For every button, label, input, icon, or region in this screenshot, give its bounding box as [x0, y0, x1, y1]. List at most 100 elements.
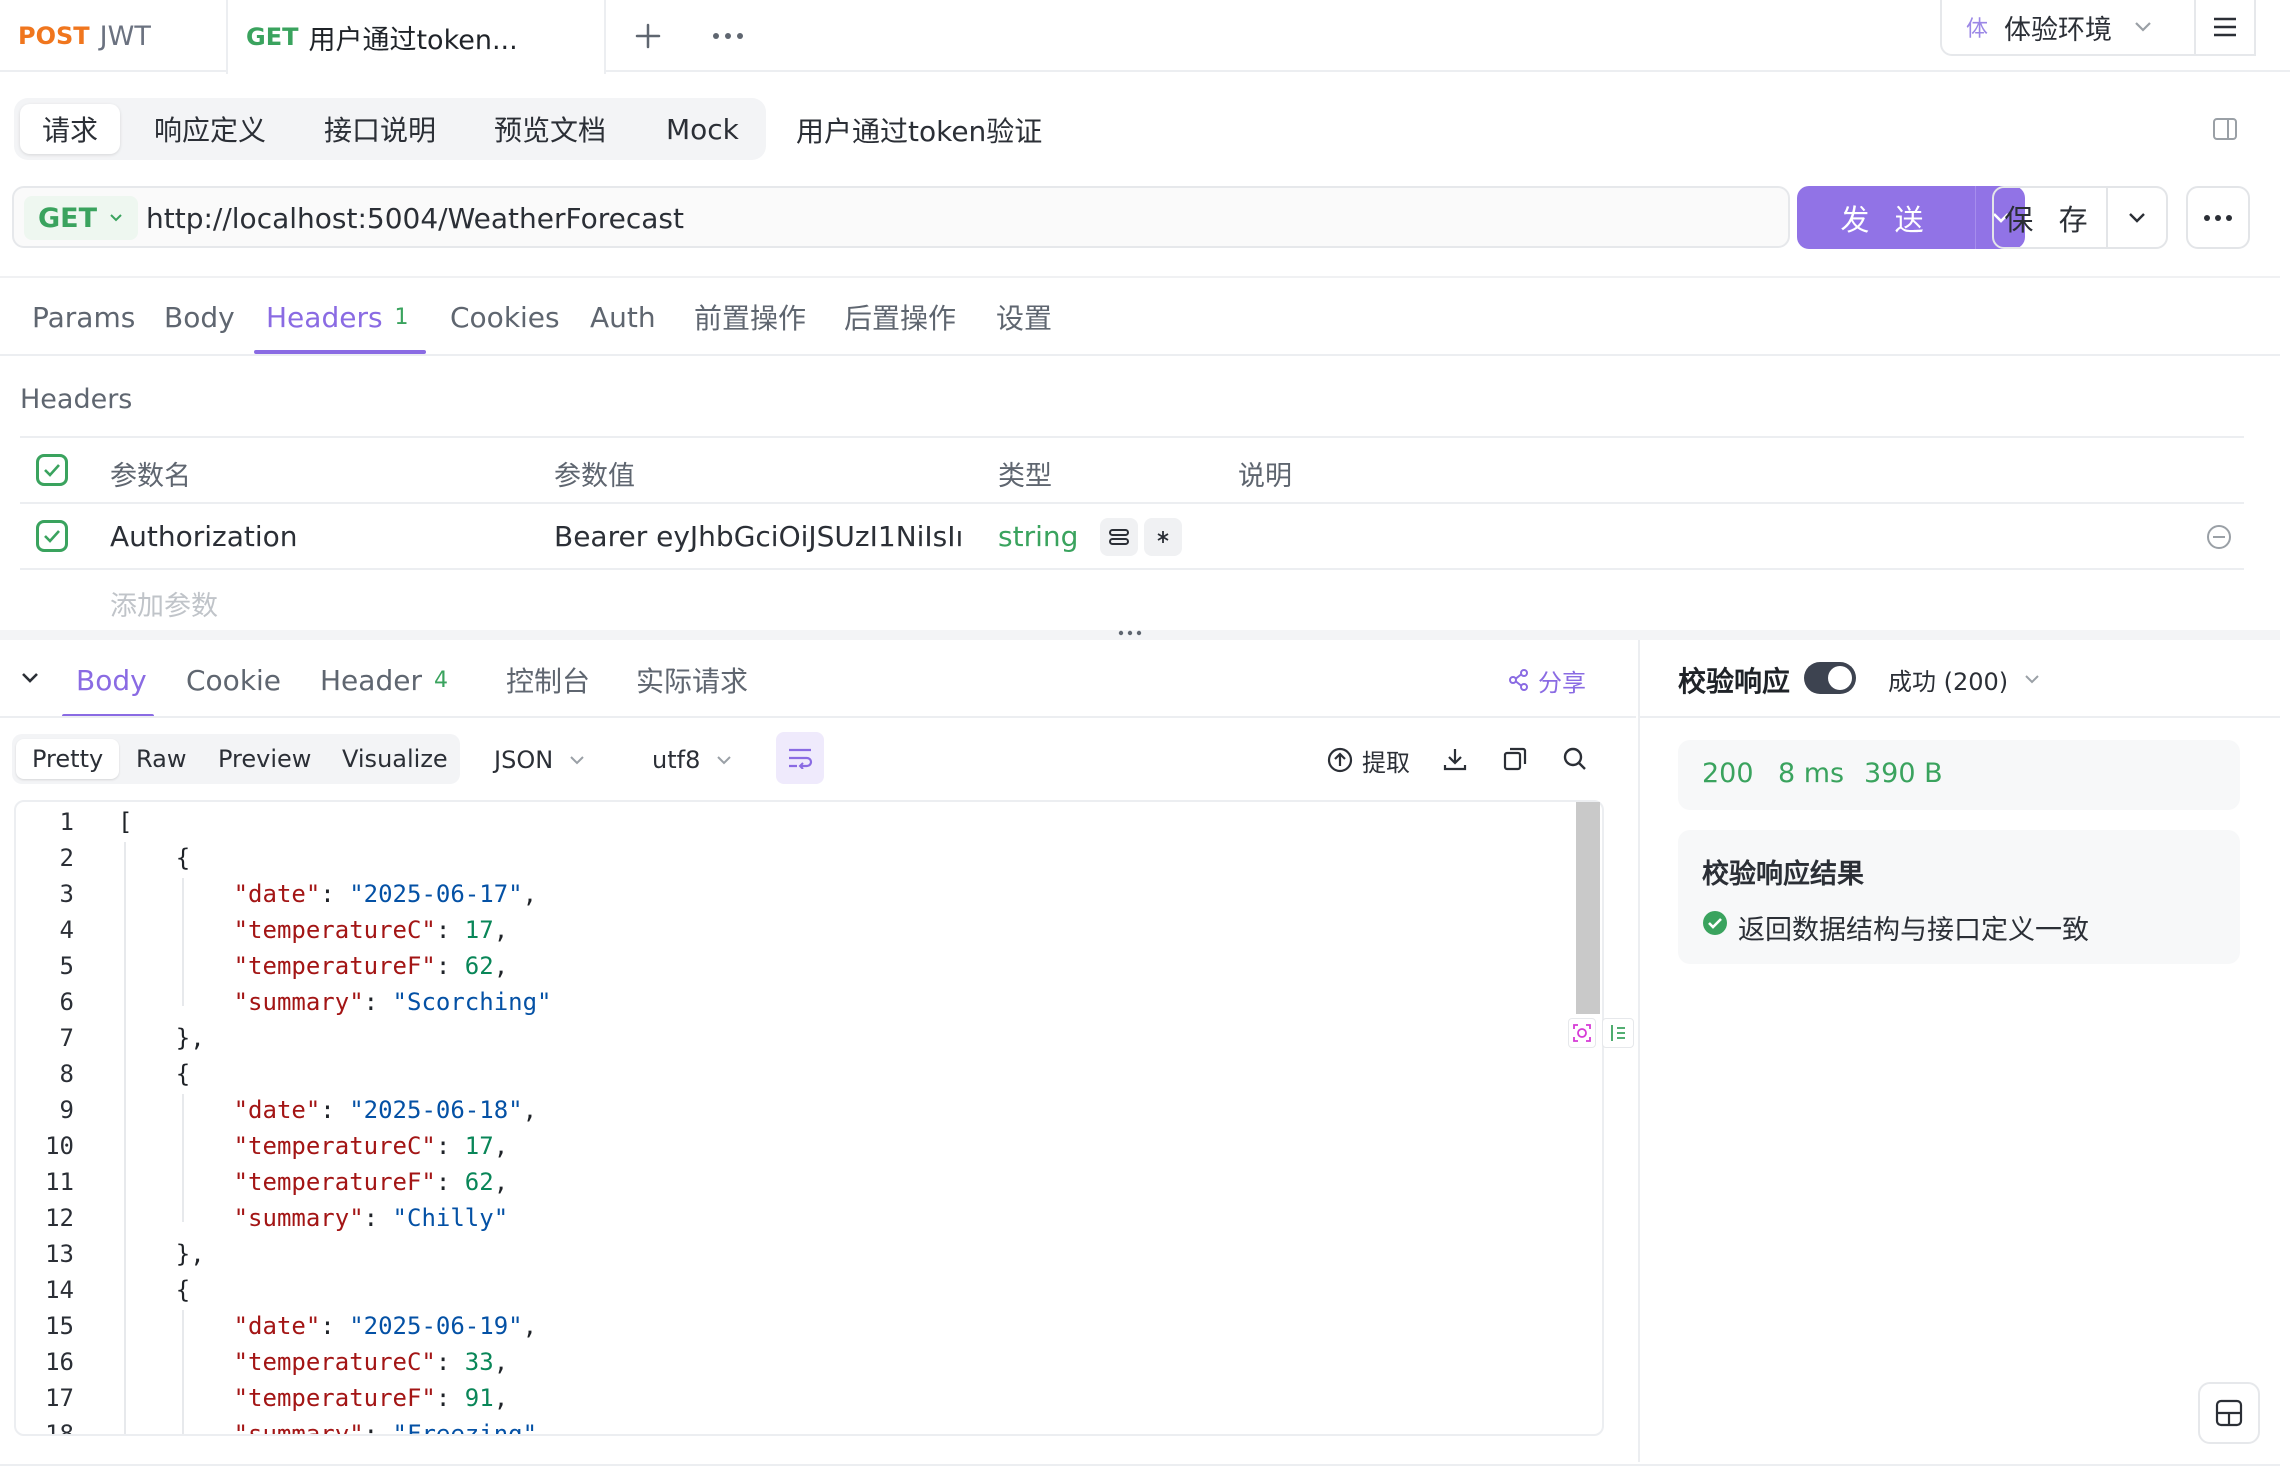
required-icon[interactable] [1144, 518, 1182, 556]
line-number: 4 [59, 916, 74, 944]
menu-icon[interactable] [2196, 0, 2256, 56]
download-icon[interactable] [1438, 742, 1472, 776]
ai-fix-icon[interactable] [1568, 1018, 1596, 1048]
chevron-down-icon [2134, 21, 2152, 33]
response-tab-console[interactable]: 控制台 [506, 650, 590, 710]
chevron-down-icon [2024, 674, 2040, 684]
code-line: "date": "2025-06-17", [233, 880, 538, 908]
send-button[interactable]: 发 送 [1797, 186, 1975, 249]
save-options-button[interactable] [2106, 186, 2168, 249]
format-raw[interactable]: Raw [120, 739, 202, 779]
tab-label: 用户通过token... [308, 24, 518, 56]
json-value: "Chilly" [392, 1204, 509, 1232]
json-value: 91 [464, 1384, 494, 1412]
param-value[interactable]: Bearer eyJhbGciOiJSUzI1NiIsIı [554, 520, 968, 553]
method-select[interactable]: GET [24, 196, 138, 240]
sub-tab-group: 请求 响应定义 接口说明 预览文档 Mock [14, 98, 766, 160]
line-number: 6 [59, 988, 74, 1016]
tab-pre-operations[interactable]: 前置操作 [694, 278, 806, 356]
validation-toggle[interactable] [1804, 662, 1856, 694]
format-preview[interactable]: Preview [202, 739, 327, 779]
param-name[interactable]: Authorization [110, 520, 298, 553]
format-visualize[interactable]: Visualize [326, 739, 464, 779]
copy-icon[interactable] [1498, 742, 1532, 776]
share-label: 分享 [1538, 668, 1586, 697]
response-body-editor[interactable]: 1 [2 {3 "date": "2025-06-17", 4 "temperatu… [14, 800, 1604, 1436]
tab-headers[interactable]: Headers 1 [266, 278, 409, 356]
success-check-icon [1702, 910, 1728, 936]
response-tab-cookie[interactable]: Cookie [186, 650, 281, 710]
response-stats-card: 200 8 ms 390 B [1678, 740, 2240, 810]
column-header-description: 说明 [1238, 461, 1292, 492]
add-param-input[interactable]: 添加参数 [110, 584, 218, 623]
share-icon [1508, 669, 1530, 691]
tab-cookies[interactable]: Cookies [450, 278, 560, 356]
more-tabs-icon[interactable] [706, 16, 750, 56]
json-value: 62 [464, 952, 494, 980]
url-input[interactable]: http://localhost:5004/WeatherForecast [146, 196, 1766, 240]
param-type[interactable]: string [998, 520, 1078, 553]
line-number: 16 [45, 1348, 74, 1376]
line-number: 14 [45, 1276, 74, 1304]
select-all-checkbox[interactable] [36, 454, 68, 486]
response-tab-body[interactable]: Body [76, 650, 147, 710]
drag-handle-icon[interactable] [1114, 626, 1146, 640]
subtab-response-definition[interactable]: 响应定义 [132, 104, 288, 154]
column-header-value: 参数值 [554, 461, 635, 492]
code-line: "temperatureC": 17, [233, 916, 509, 944]
subtab-api-description[interactable]: 接口说明 [302, 104, 458, 154]
divider [0, 1464, 2280, 1466]
code-line: }, [118, 1024, 205, 1052]
format-select[interactable]: JSON [494, 740, 585, 780]
param-settings-icon[interactable] [1100, 518, 1138, 556]
editor-scrollbar[interactable] [1576, 802, 1600, 1014]
line-number: 13 [45, 1240, 74, 1268]
tab-body[interactable]: Body [164, 278, 235, 356]
save-button[interactable]: 保 存 [1992, 186, 2108, 249]
active-tab-indicator [254, 350, 426, 354]
divider [0, 716, 1636, 718]
subtab-mock[interactable]: Mock [644, 104, 761, 154]
collapse-response-icon[interactable] [16, 664, 44, 692]
format-pretty[interactable]: Pretty [16, 739, 120, 779]
api-name[interactable]: 用户通过token验证 [796, 108, 1042, 152]
line-number: 15 [45, 1312, 74, 1340]
tab-post-operations[interactable]: 后置操作 [844, 278, 956, 356]
tab-get-token[interactable]: GET 用户通过token... [226, 0, 606, 74]
response-tab-header-count: 4 [433, 667, 448, 693]
sidebar-toggle-icon[interactable] [2210, 114, 2240, 144]
format-tabs: Pretty Raw Preview Visualize [12, 734, 460, 784]
row-enabled-checkbox[interactable] [36, 520, 68, 552]
top-tab-bar: POST JWT GET 用户通过token... 体 体验环境 [0, 0, 2290, 74]
extract-button[interactable]: 提取 [1326, 740, 1410, 780]
response-tab-actual-request[interactable]: 实际请求 [636, 650, 748, 710]
remove-param-icon[interactable] [2204, 522, 2234, 552]
tab-auth[interactable]: Auth [590, 278, 656, 356]
subtab-preview-doc[interactable]: 预览文档 [472, 104, 628, 154]
share-button[interactable]: 分享 [1508, 662, 1586, 698]
encoding-select[interactable]: utf8 [652, 740, 732, 780]
search-icon[interactable] [1558, 742, 1592, 776]
tab-settings[interactable]: 设置 [996, 278, 1052, 356]
tab-headers-count: 1 [394, 304, 409, 330]
tab-headers-label: Headers [266, 300, 383, 334]
tab-post-jwt[interactable]: POST JWT [0, 0, 226, 72]
add-tab-icon[interactable] [628, 16, 668, 56]
wrap-lines-icon[interactable] [776, 732, 824, 784]
line-number: 7 [59, 1024, 74, 1052]
more-actions-button[interactable] [2186, 186, 2250, 249]
json-key: "date" [233, 1096, 321, 1124]
json-key: "summary" [233, 1204, 364, 1232]
fold-icon[interactable] [1602, 1018, 1634, 1048]
tab-params[interactable]: Params [32, 278, 135, 356]
layout-toggle-icon[interactable] [2198, 1382, 2260, 1444]
response-tab-header[interactable]: Header 4 [320, 650, 448, 710]
subtab-request[interactable]: 请求 [20, 104, 121, 154]
validation-status-select[interactable]: 成功 (200) [1888, 662, 2040, 696]
code-line: [ [118, 808, 133, 836]
remove-row-icon[interactable] [1204, 520, 1236, 552]
environment-select[interactable]: 体 体验环境 [1940, 0, 2196, 56]
line-number: 10 [45, 1132, 74, 1160]
divider [1640, 716, 2280, 718]
code-line: "temperatureC": 17, [233, 1132, 509, 1160]
